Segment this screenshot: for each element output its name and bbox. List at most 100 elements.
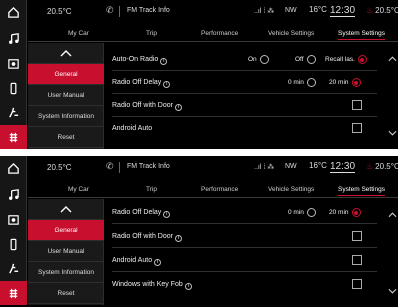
option-20-min[interactable]: 20 min bbox=[329, 78, 361, 87]
submenu: General User Manual System Information R… bbox=[28, 43, 104, 149]
tab-trip[interactable]: Trip bbox=[146, 186, 157, 193]
tab-performance[interactable]: Performance bbox=[201, 30, 238, 37]
setting-label: Android Auto i bbox=[112, 257, 162, 266]
outside-temperature: 20.5°C bbox=[47, 7, 72, 16]
info-icon[interactable]: i bbox=[184, 283, 192, 290]
option-on[interactable]: On bbox=[248, 55, 269, 64]
setting-label: Android Auto bbox=[112, 125, 153, 132]
clock[interactable]: 12:30 bbox=[330, 5, 356, 17]
status-divider bbox=[119, 162, 120, 173]
settings-tabs: My Car Trip Performance Vehicle Settings… bbox=[28, 28, 398, 42]
tab-vehicle-settings[interactable]: Vehicle Settings bbox=[268, 30, 314, 37]
radio-button-selected[interactable] bbox=[351, 208, 361, 217]
setting-row-radio-off-with-door: Radio Off with Door i bbox=[112, 226, 377, 248]
checkbox[interactable] bbox=[352, 279, 362, 289]
tab-system-settings[interactable]: System Settings bbox=[338, 30, 385, 40]
scroll-down-button[interactable] bbox=[386, 284, 398, 298]
chevron-up-icon bbox=[60, 206, 72, 213]
radio-button[interactable] bbox=[306, 208, 316, 217]
scroll-down-button[interactable] bbox=[386, 126, 398, 140]
apps-button[interactable] bbox=[0, 125, 27, 149]
home-button[interactable] bbox=[0, 0, 27, 24]
chevron-up-icon bbox=[388, 212, 396, 218]
music-note-icon bbox=[9, 32, 19, 44]
tab-my-car[interactable]: My Car bbox=[68, 30, 89, 37]
tab-performance[interactable]: Performance bbox=[201, 186, 238, 193]
info-icon[interactable]: i bbox=[154, 259, 162, 266]
checkbox[interactable] bbox=[352, 255, 362, 265]
tab-my-car[interactable]: My Car bbox=[68, 186, 89, 193]
submenu-reset[interactable]: Reset bbox=[28, 127, 104, 148]
media-button[interactable] bbox=[0, 26, 27, 50]
checkbox[interactable] bbox=[352, 100, 362, 110]
controls-button[interactable] bbox=[0, 51, 27, 75]
tab-vehicle-settings[interactable]: Vehicle Settings bbox=[268, 186, 314, 193]
outside-temperature: 20.5°C bbox=[47, 163, 72, 172]
phone-button[interactable] bbox=[0, 76, 27, 100]
info-icon[interactable]: i bbox=[160, 58, 168, 65]
setting-label: Radio Off with Door i bbox=[112, 102, 182, 111]
nav-rail bbox=[0, 156, 27, 305]
seat-button[interactable] bbox=[0, 256, 27, 280]
radio-button-selected[interactable] bbox=[357, 55, 367, 64]
nav-rail bbox=[0, 0, 27, 149]
chevron-up-icon bbox=[388, 56, 396, 62]
home-button[interactable] bbox=[0, 156, 27, 180]
phone-button[interactable] bbox=[0, 232, 27, 256]
option-off[interactable]: Off bbox=[295, 55, 316, 64]
tab-system-settings[interactable]: System Settings bbox=[338, 186, 385, 196]
submenu-user-manual[interactable]: User Manual bbox=[28, 241, 104, 262]
chevron-up-icon bbox=[60, 50, 72, 57]
setting-label: Auto-On Radio i bbox=[112, 56, 168, 65]
tab-trip[interactable]: Trip bbox=[146, 30, 157, 37]
submenu-system-information[interactable]: System Information bbox=[28, 106, 104, 127]
info-icon[interactable]: i bbox=[163, 211, 171, 218]
submenu-user-manual[interactable]: User Manual bbox=[28, 85, 104, 106]
submenu-general[interactable]: General bbox=[28, 220, 104, 241]
radio-button-selected[interactable] bbox=[351, 78, 361, 87]
climate-temperature[interactable]: ♨ 20.5°C bbox=[366, 6, 398, 15]
submenu-reset[interactable]: Reset bbox=[28, 283, 104, 304]
info-icon[interactable]: i bbox=[174, 104, 182, 111]
scroll-up-button[interactable] bbox=[386, 208, 398, 222]
controls-icon bbox=[8, 214, 19, 225]
clock[interactable]: 12:30 bbox=[330, 161, 356, 173]
checkbox[interactable] bbox=[352, 123, 362, 133]
info-icon[interactable]: i bbox=[174, 235, 182, 242]
apps-button[interactable] bbox=[0, 281, 27, 305]
submenu-scroll-up[interactable] bbox=[28, 43, 104, 64]
seat-button[interactable] bbox=[0, 100, 27, 124]
seat-icon bbox=[9, 107, 19, 117]
radio-button[interactable] bbox=[306, 55, 316, 64]
option-20-min[interactable]: 20 min bbox=[329, 208, 361, 217]
status-bar: 20.5°C ✆ FM Track Info ..ıl ⁞ ⁂ NW 16°C … bbox=[28, 0, 398, 24]
apps-icon bbox=[9, 288, 18, 298]
status-divider bbox=[119, 6, 120, 17]
scroll-up-button[interactable] bbox=[386, 52, 398, 66]
media-button[interactable] bbox=[0, 182, 27, 206]
music-note-icon bbox=[9, 188, 19, 200]
radio-button[interactable] bbox=[259, 55, 269, 64]
checkbox[interactable] bbox=[352, 231, 362, 241]
setting-label: Radio Off Delay i bbox=[112, 79, 171, 88]
settings-tabs: My Car Trip Performance Vehicle Settings… bbox=[28, 184, 398, 198]
submenu-system-information[interactable]: System Information bbox=[28, 262, 104, 283]
setting-label: Radio Off with Door i bbox=[112, 233, 182, 242]
info-icon[interactable]: i bbox=[163, 81, 171, 88]
option-0-min[interactable]: 0 min bbox=[288, 78, 316, 87]
setting-label: Windows with Key Fob i bbox=[112, 281, 192, 290]
radio-button[interactable] bbox=[306, 78, 316, 87]
chevron-down-icon bbox=[388, 130, 396, 136]
heated-seat-icon: ♨ bbox=[366, 6, 374, 15]
status-bar: 20.5°C ✆ FM Track Info ..ıl ⁞ ⁂ NW 16°C … bbox=[28, 156, 398, 180]
option-0-min[interactable]: 0 min bbox=[288, 208, 316, 217]
submenu-general[interactable]: General bbox=[28, 64, 104, 85]
setting-row-radio-off-delay: Radio Off Delay i 0 min 20 min bbox=[112, 202, 377, 224]
controls-button[interactable] bbox=[0, 207, 27, 231]
climate-temperature[interactable]: ♨ 20.5°C bbox=[366, 162, 398, 171]
option-recall-last[interactable]: Recall las. bbox=[325, 55, 367, 64]
controls-icon bbox=[8, 58, 19, 69]
small-temperature: 16°C bbox=[309, 161, 327, 170]
setting-row-windows-with-key-fob: Windows with Key Fob i bbox=[112, 274, 377, 296]
submenu-scroll-up[interactable] bbox=[28, 199, 104, 220]
